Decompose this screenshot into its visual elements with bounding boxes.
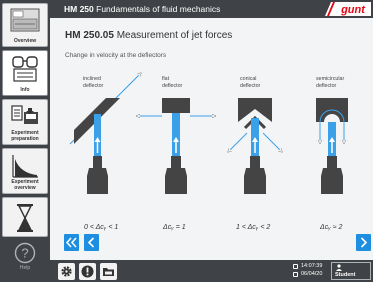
previous-page-button[interactable] (84, 234, 99, 251)
help-icon[interactable]: ? (14, 242, 36, 264)
gear-icon (61, 266, 72, 277)
experiment-setup-icon (11, 105, 38, 124)
deflector-condition-semicircular: Δcᵧ ≈ 2 (320, 224, 343, 231)
user-button[interactable]: Student (331, 262, 371, 280)
device-icon (10, 8, 40, 32)
files-button[interactable] (100, 263, 117, 280)
chevron-left-icon (87, 237, 95, 248)
folder-icon (103, 268, 114, 276)
date-readout: 06/04/20 (301, 271, 323, 277)
product-name: Fundamentals of fluid mechanics (96, 4, 221, 14)
sidebar-item-info[interactable]: Info (2, 50, 48, 96)
next-page-button[interactable] (356, 234, 371, 251)
help-area: ? Help (0, 242, 50, 282)
double-chevron-left-icon (66, 237, 77, 248)
curve-chart-icon (12, 155, 38, 178)
user-icon (336, 264, 342, 271)
nozzle (250, 156, 260, 168)
semicircular-deflector-figure (316, 98, 348, 194)
main-content: HM 250.05 Measurement of jet forces Chan… (50, 18, 373, 260)
sidebar-item-label: Experiment preparation (11, 130, 39, 142)
sidebar-item-label: Overview (13, 37, 37, 44)
sidebar-item-label: Experiment overview (11, 179, 39, 191)
calendar-icon (293, 271, 298, 277)
app-title: HM 250 Fundamentals of fluid mechanics (64, 4, 220, 14)
conical-deflector-figure (229, 98, 281, 194)
gunt-logo: gunt (325, 2, 371, 16)
title-bar: HM 250 Fundamentals of fluid mechanics g… (50, 0, 373, 18)
glasses-icon (12, 56, 38, 82)
sidebar-item-experiment-preparation[interactable]: Experiment preparation (2, 99, 48, 145)
sidebar-item-experiment-overview[interactable]: Experiment overview (2, 148, 48, 194)
warning-button[interactable] (79, 263, 96, 280)
help-label: Help (19, 265, 31, 271)
clock: 14:07:39 06/04/20 (293, 262, 322, 278)
user-role: Student (335, 272, 356, 278)
product-code: HM 250 (64, 4, 94, 14)
time-readout: 14:07:39 (301, 263, 323, 269)
hourglass-icon (17, 204, 33, 232)
sidebar-item-timer[interactable] (2, 197, 48, 237)
nozzle (93, 156, 102, 168)
flat-deflector-figure (136, 98, 216, 194)
sidebar-item-overview[interactable]: Overview (2, 3, 48, 47)
clock-icon (293, 263, 298, 269)
chevron-right-icon (360, 237, 368, 248)
deflector-condition-inclined: 0 < Δcᵧ < 1 (84, 224, 119, 231)
bottom-toolbar: 14:07:39 06/04/20 Student (50, 260, 373, 282)
sidebar-item-label: Info (20, 86, 30, 93)
settings-button[interactable] (58, 263, 75, 280)
warning-icon (81, 265, 94, 278)
deflector-condition-conical: 1 < Δcᵧ < 2 (236, 224, 271, 231)
sidebar: Overview Info Experiment preparation Exp… (0, 0, 50, 282)
nozzle (171, 156, 181, 168)
logo-text: gunt (340, 4, 366, 16)
nozzle (327, 156, 337, 168)
deflector-condition-flat: Δcᵧ = 1 (163, 224, 186, 231)
svg-text:?: ? (21, 246, 28, 261)
inclined-deflector-figure (69, 74, 140, 194)
first-page-button[interactable] (64, 234, 79, 251)
